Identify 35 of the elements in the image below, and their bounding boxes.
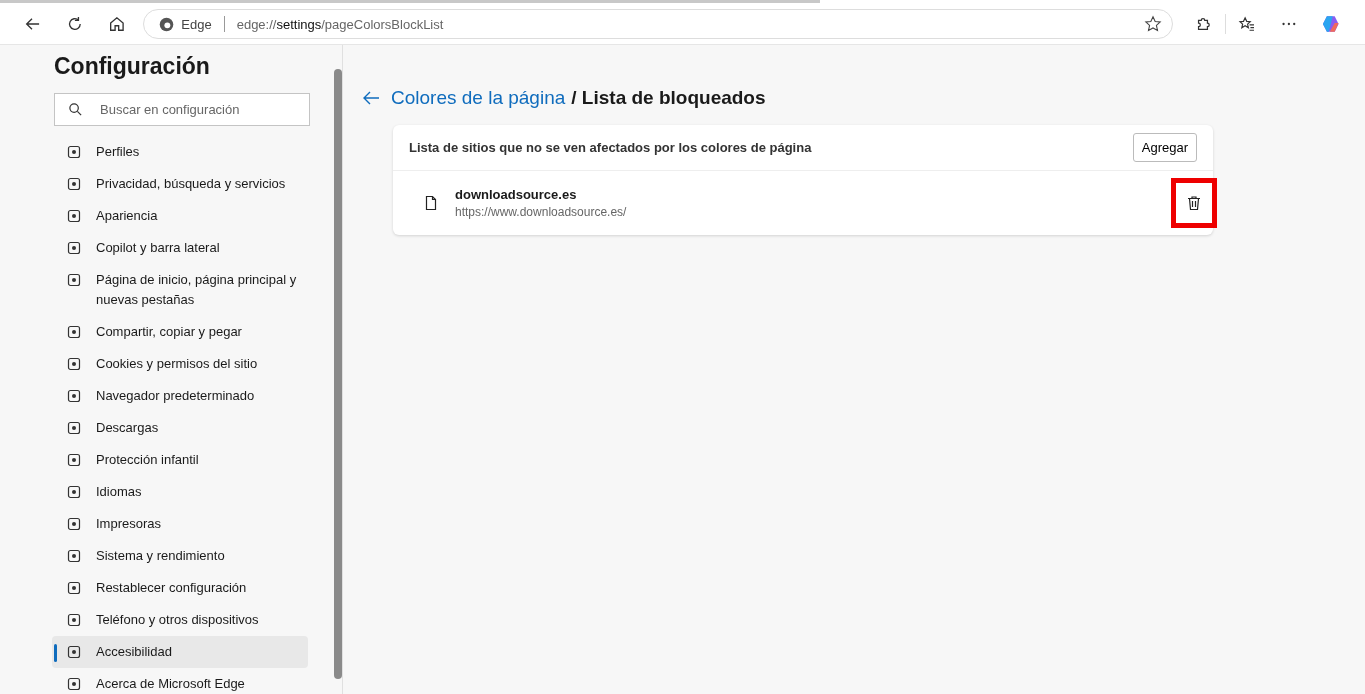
search-icon: [68, 102, 83, 117]
site-name: downloadsource.es: [455, 187, 578, 202]
sidebar-item[interactable]: Acerca de Microsoft Edge: [52, 668, 308, 694]
scrollbar[interactable]: [334, 69, 342, 679]
sidebar-item[interactable]: Accesibilidad: [52, 636, 308, 668]
sidebar-item[interactable]: Restablecer configuración: [52, 572, 308, 604]
sidebar-item[interactable]: Protección infantil: [52, 444, 308, 476]
sidebar-item[interactable]: Teléfono y otros dispositivos: [52, 604, 308, 636]
sidebar-item[interactable]: Navegador predeterminado: [52, 380, 308, 412]
add-button[interactable]: Agregar: [1132, 133, 1197, 162]
home-icon[interactable]: [107, 14, 126, 34]
sidebar-item[interactable]: Copilot y barra lateral: [52, 232, 308, 264]
trash-icon: [1186, 195, 1202, 211]
settings-title: Configuración: [54, 53, 211, 80]
search-field[interactable]: Buscar en configuración: [54, 93, 310, 126]
sidebar-item[interactable]: Apariencia: [52, 200, 308, 232]
sidebar-item[interactable]: Página de inicio, página principal y nuevas pestañas: [52, 264, 308, 316]
sidebar-item[interactable]: Perfiles: [52, 136, 308, 168]
sidebar-item[interactable]: Impresoras: [52, 508, 308, 540]
copilot-icon[interactable]: [1321, 13, 1341, 35]
page-icon: [423, 195, 439, 211]
site-url: https://www.downloadsource.es/: [455, 205, 628, 219]
sidebar-item[interactable]: Idiomas: [52, 476, 308, 508]
page-heading: / Lista de bloqueados: [571, 87, 766, 109]
sidebar-item[interactable]: Sistema y rendimiento: [52, 540, 308, 572]
sidebar-item[interactable]: Compartir, copiar y pegar: [52, 316, 308, 348]
sidebar-item[interactable]: Cookies y permisos del sitio: [52, 348, 308, 380]
list-description: Lista de sitios que no se ven afectados por los colores de página: [409, 140, 812, 155]
sidebar-item[interactable]: Descargas: [52, 412, 308, 444]
breadcrumb-link[interactable]: Colores de la página: [391, 87, 566, 109]
address-text: edge://settings/pageColorsBlockList: [236, 16, 445, 32]
favorites-icon[interactable]: [1237, 14, 1256, 34]
site-label: Edge: [181, 16, 212, 32]
sidebar-item[interactable]: Privacidad, búsqueda y servicios: [52, 168, 308, 200]
favorite-star-icon[interactable]: [1144, 15, 1163, 33]
